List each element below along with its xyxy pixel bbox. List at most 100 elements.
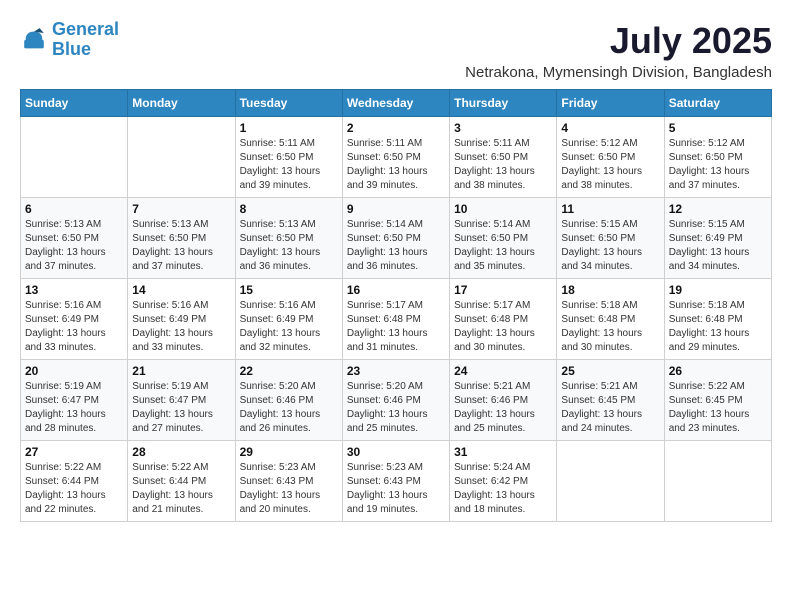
day-number: 3: [454, 121, 552, 135]
day-number: 1: [240, 121, 338, 135]
day-number: 12: [669, 202, 767, 216]
table-row: 20 Sunrise: 5:19 AMSunset: 6:47 PMDayligh…: [21, 360, 128, 441]
day-info: Sunrise: 5:11 AMSunset: 6:50 PMDaylight:…: [347, 137, 445, 193]
day-info: Sunrise: 5:16 AMSunset: 6:49 PMDaylight:…: [132, 299, 230, 355]
day-number: 9: [347, 202, 445, 216]
page-header: General Blue July 2025 Netrakona, Mymens…: [20, 20, 772, 81]
day-number: 22: [240, 364, 338, 378]
day-info: Sunrise: 5:13 AMSunset: 6:50 PMDaylight:…: [132, 218, 230, 274]
day-number: 10: [454, 202, 552, 216]
table-row: 15 Sunrise: 5:16 AMSunset: 6:49 PMDayligh…: [235, 279, 342, 360]
table-row: 3 Sunrise: 5:11 AMSunset: 6:50 PMDaylight…: [450, 117, 557, 198]
calendar-week-row: 6 Sunrise: 5:13 AMSunset: 6:50 PMDaylight…: [21, 198, 772, 279]
logo-text: General Blue: [52, 20, 119, 60]
col-tuesday: Tuesday: [235, 90, 342, 117]
day-number: 16: [347, 283, 445, 297]
table-row: 27 Sunrise: 5:22 AMSunset: 6:44 PMDayligh…: [21, 441, 128, 522]
day-number: 4: [561, 121, 659, 135]
day-number: 21: [132, 364, 230, 378]
day-info: Sunrise: 5:18 AMSunset: 6:48 PMDaylight:…: [561, 299, 659, 355]
day-number: 8: [240, 202, 338, 216]
day-info: Sunrise: 5:16 AMSunset: 6:49 PMDaylight:…: [240, 299, 338, 355]
day-number: 23: [347, 364, 445, 378]
calendar-week-row: 1 Sunrise: 5:11 AMSunset: 6:50 PMDaylight…: [21, 117, 772, 198]
table-row: 7 Sunrise: 5:13 AMSunset: 6:50 PMDaylight…: [128, 198, 235, 279]
day-info: Sunrise: 5:20 AMSunset: 6:46 PMDaylight:…: [347, 380, 445, 436]
table-row: 5Sunrise: 5:12 AMSunset: 6:50 PMDaylight…: [664, 117, 771, 198]
table-row: 6 Sunrise: 5:13 AMSunset: 6:50 PMDaylight…: [21, 198, 128, 279]
table-row: 14 Sunrise: 5:16 AMSunset: 6:49 PMDayligh…: [128, 279, 235, 360]
table-row: 28 Sunrise: 5:22 AMSunset: 6:44 PMDayligh…: [128, 441, 235, 522]
logo-icon: [20, 26, 48, 54]
day-number: 20: [25, 364, 123, 378]
day-info: Sunrise: 5:23 AMSunset: 6:43 PMDaylight:…: [347, 461, 445, 517]
table-row: 22Sunrise: 5:20 AMSunset: 6:46 PMDayligh…: [235, 360, 342, 441]
table-row: 12Sunrise: 5:15 AMSunset: 6:49 PMDayligh…: [664, 198, 771, 279]
day-info: Sunrise: 5:11 AMSunset: 6:50 PMDaylight:…: [240, 137, 338, 193]
day-info: Sunrise: 5:21 AMSunset: 6:45 PMDaylight:…: [561, 380, 659, 436]
day-number: 5: [669, 121, 767, 135]
month-year-title: July 2025: [465, 20, 772, 62]
day-number: 25: [561, 364, 659, 378]
col-saturday: Saturday: [664, 90, 771, 117]
table-row: 16 Sunrise: 5:17 AMSunset: 6:48 PMDayligh…: [342, 279, 449, 360]
table-row: 8 Sunrise: 5:13 AMSunset: 6:50 PMDaylight…: [235, 198, 342, 279]
day-number: 19: [669, 283, 767, 297]
col-wednesday: Wednesday: [342, 90, 449, 117]
table-row: 13Sunrise: 5:16 AMSunset: 6:49 PMDayligh…: [21, 279, 128, 360]
day-info: Sunrise: 5:12 AMSunset: 6:50 PMDaylight:…: [561, 137, 659, 193]
day-info: Sunrise: 5:22 AMSunset: 6:45 PMDaylight:…: [669, 380, 767, 436]
col-thursday: Thursday: [450, 90, 557, 117]
table-row: 4 Sunrise: 5:12 AMSunset: 6:50 PMDaylight…: [557, 117, 664, 198]
day-number: 26: [669, 364, 767, 378]
day-info: Sunrise: 5:13 AMSunset: 6:50 PMDaylight:…: [25, 218, 123, 274]
table-row: 18 Sunrise: 5:18 AMSunset: 6:48 PMDayligh…: [557, 279, 664, 360]
day-info: Sunrise: 5:14 AMSunset: 6:50 PMDaylight:…: [454, 218, 552, 274]
table-row: 19Sunrise: 5:18 AMSunset: 6:48 PMDayligh…: [664, 279, 771, 360]
table-row: 17 Sunrise: 5:17 AMSunset: 6:48 PMDayligh…: [450, 279, 557, 360]
day-number: 18: [561, 283, 659, 297]
table-row: 31Sunrise: 5:24 AMSunset: 6:42 PMDayligh…: [450, 441, 557, 522]
day-number: 11: [561, 202, 659, 216]
table-row: 21 Sunrise: 5:19 AMSunset: 6:47 PMDayligh…: [128, 360, 235, 441]
day-info: Sunrise: 5:19 AMSunset: 6:47 PMDaylight:…: [25, 380, 123, 436]
day-info: Sunrise: 5:21 AMSunset: 6:46 PMDaylight:…: [454, 380, 552, 436]
day-number: 7: [132, 202, 230, 216]
day-info: Sunrise: 5:14 AMSunset: 6:50 PMDaylight:…: [347, 218, 445, 274]
table-row: [128, 117, 235, 198]
title-section: July 2025 Netrakona, Mymensingh Division…: [465, 20, 772, 81]
day-info: Sunrise: 5:11 AMSunset: 6:50 PMDaylight:…: [454, 137, 552, 193]
day-number: 15: [240, 283, 338, 297]
calendar-week-row: 27 Sunrise: 5:22 AMSunset: 6:44 PMDayligh…: [21, 441, 772, 522]
day-info: Sunrise: 5:17 AMSunset: 6:48 PMDaylight:…: [454, 299, 552, 355]
day-number: 17: [454, 283, 552, 297]
table-row: 2Sunrise: 5:11 AMSunset: 6:50 PMDaylight…: [342, 117, 449, 198]
table-row: 1 Sunrise: 5:11 AMSunset: 6:50 PMDaylight…: [235, 117, 342, 198]
col-sunday: Sunday: [21, 90, 128, 117]
day-number: 28: [132, 445, 230, 459]
logo: General Blue: [20, 20, 119, 60]
day-number: 27: [25, 445, 123, 459]
day-number: 29: [240, 445, 338, 459]
day-info: Sunrise: 5:22 AMSunset: 6:44 PMDaylight:…: [25, 461, 123, 517]
table-row: 24 Sunrise: 5:21 AMSunset: 6:46 PMDayligh…: [450, 360, 557, 441]
table-row: [664, 441, 771, 522]
day-info: Sunrise: 5:15 AMSunset: 6:50 PMDaylight:…: [561, 218, 659, 274]
day-info: Sunrise: 5:19 AMSunset: 6:47 PMDaylight:…: [132, 380, 230, 436]
col-monday: Monday: [128, 90, 235, 117]
table-row: 30 Sunrise: 5:23 AMSunset: 6:43 PMDayligh…: [342, 441, 449, 522]
day-number: 30: [347, 445, 445, 459]
day-number: 24: [454, 364, 552, 378]
calendar-week-row: 20 Sunrise: 5:19 AMSunset: 6:47 PMDayligh…: [21, 360, 772, 441]
day-number: 6: [25, 202, 123, 216]
day-info: Sunrise: 5:13 AMSunset: 6:50 PMDaylight:…: [240, 218, 338, 274]
day-number: 13: [25, 283, 123, 297]
table-row: [557, 441, 664, 522]
day-number: 14: [132, 283, 230, 297]
calendar-header-row: Sunday Monday Tuesday Wednesday Thursday…: [21, 90, 772, 117]
table-row: 10 Sunrise: 5:14 AMSunset: 6:50 PMDayligh…: [450, 198, 557, 279]
table-row: 25 Sunrise: 5:21 AMSunset: 6:45 PMDayligh…: [557, 360, 664, 441]
col-friday: Friday: [557, 90, 664, 117]
day-info: Sunrise: 5:22 AMSunset: 6:44 PMDaylight:…: [132, 461, 230, 517]
day-info: Sunrise: 5:17 AMSunset: 6:48 PMDaylight:…: [347, 299, 445, 355]
